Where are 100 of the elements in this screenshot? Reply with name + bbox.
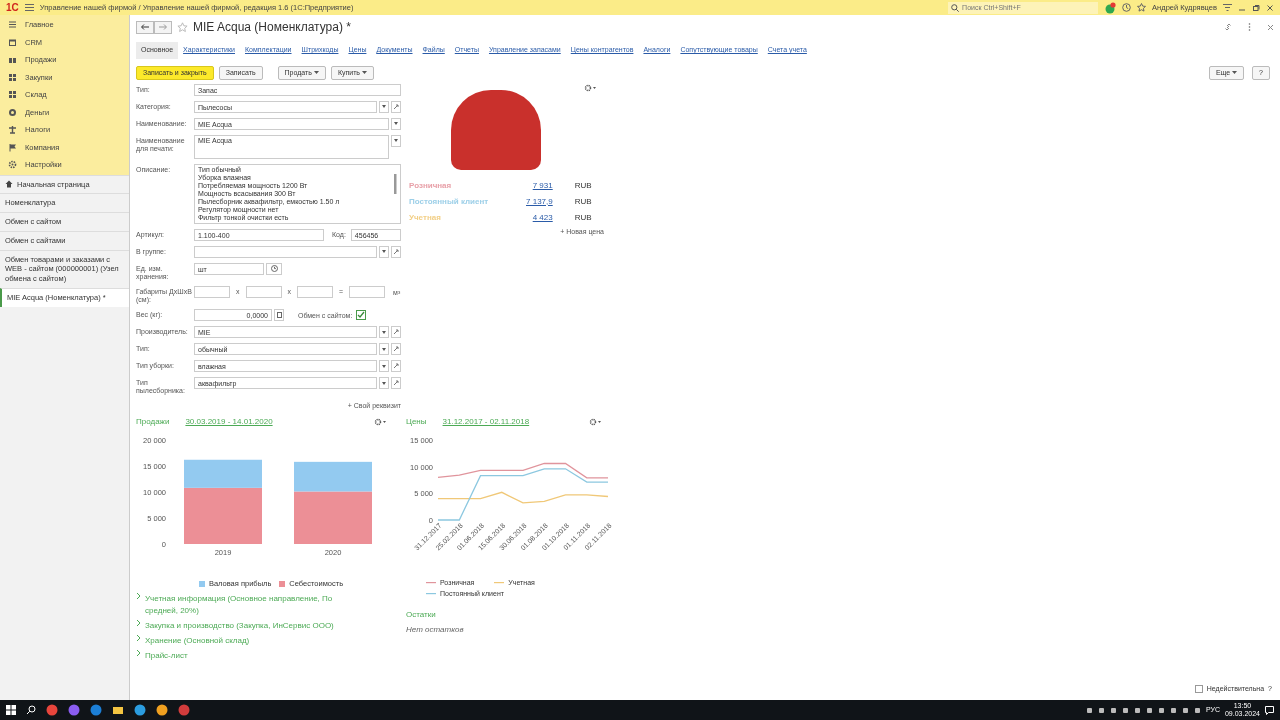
gear-icon xyxy=(8,160,17,170)
unit-picker-button[interactable] xyxy=(266,262,282,275)
currency-label: RUB xyxy=(573,179,593,192)
menu-icon xyxy=(8,20,17,30)
grid-icon xyxy=(8,72,17,82)
clock-icon xyxy=(270,265,278,273)
legend-line xyxy=(494,582,505,585)
price-value-link[interactable]: 7 931 xyxy=(532,180,553,190)
caret-icon xyxy=(382,364,386,368)
dropdown-button[interactable] xyxy=(391,117,401,130)
folder-icon[interactable] xyxy=(112,704,124,716)
settings-icon[interactable] xyxy=(589,418,601,427)
dropdown-button[interactable] xyxy=(379,360,389,372)
open-button[interactable] xyxy=(391,343,401,355)
group-label: Учетная информация (Основное направление, По средней, 20%) xyxy=(145,593,334,618)
open-button[interactable] xyxy=(391,360,401,372)
settings-lines-icon[interactable] xyxy=(1223,4,1232,11)
group-label: Хранение (Основной склад) xyxy=(145,635,251,648)
caret-icon xyxy=(394,122,398,125)
caret-icon xyxy=(382,250,386,254)
dropdown-button[interactable] xyxy=(379,343,389,355)
empty-message: Нет остатков xyxy=(406,624,465,637)
open-button[interactable] xyxy=(391,100,401,113)
legend-line xyxy=(426,582,436,585)
menu-icon[interactable] xyxy=(24,4,34,11)
flag-icon xyxy=(8,142,17,152)
dropdown-button[interactable] xyxy=(379,326,389,338)
checkbox[interactable] xyxy=(1194,684,1203,693)
chevron-right-icon xyxy=(136,620,141,627)
currency-label: RUB xyxy=(573,211,593,224)
search-icon xyxy=(951,3,960,12)
price-type-label: Учетная xyxy=(408,211,442,224)
arrow-right-icon xyxy=(159,24,167,30)
price-type-label: Постоянный клиент xyxy=(408,195,490,208)
home-icon xyxy=(5,180,13,189)
dropdown-button[interactable] xyxy=(391,134,401,147)
caret-icon xyxy=(382,347,386,351)
arrow-left-icon xyxy=(141,24,149,30)
settings-icon[interactable] xyxy=(584,83,596,92)
legend-line xyxy=(426,592,436,595)
favorite-star-icon[interactable] xyxy=(177,21,188,33)
star-icon[interactable] xyxy=(1137,3,1147,12)
price-value-link[interactable]: 7 137,9 xyxy=(526,196,553,206)
coin-icon xyxy=(8,107,17,117)
chevron-right-icon xyxy=(136,650,141,657)
chevron-right-icon xyxy=(136,635,141,642)
calculator-icon xyxy=(276,312,282,318)
form-title: MIE Acqua (Номенклатура) * xyxy=(193,19,351,36)
input-field[interactable] xyxy=(297,285,333,298)
chevron-right-icon xyxy=(136,593,141,600)
app-icon[interactable] xyxy=(156,704,168,716)
close-icon[interactable] xyxy=(1266,3,1274,12)
legend-swatch-icon xyxy=(279,580,286,587)
notification-icon[interactable] xyxy=(1265,705,1274,715)
caret-icon xyxy=(382,105,386,108)
input-field[interactable] xyxy=(349,285,386,298)
caret-icon xyxy=(394,139,398,142)
group-label: Прайс-лист xyxy=(145,650,189,663)
price-value-link[interactable]: 4 423 xyxy=(532,212,553,222)
checkbox[interactable] xyxy=(356,310,367,320)
app-logo: 1С xyxy=(6,1,19,15)
back-button[interactable] xyxy=(136,20,154,34)
app-icon[interactable] xyxy=(178,704,190,716)
settings-icon[interactable] xyxy=(374,418,386,427)
caret-icon xyxy=(361,71,367,75)
history-icon[interactable] xyxy=(1122,3,1132,12)
legend-swatch-icon xyxy=(198,580,205,587)
more-vertical-icon[interactable] xyxy=(1248,23,1251,31)
input-field[interactable] xyxy=(194,285,230,298)
dropdown-button[interactable] xyxy=(379,245,389,258)
calculator-button[interactable] xyxy=(274,309,284,321)
restore-icon[interactable] xyxy=(1252,3,1260,12)
app-icon[interactable] xyxy=(68,704,80,716)
input-field[interactable] xyxy=(245,285,282,298)
open-button[interactable] xyxy=(391,245,401,258)
dropdown-button[interactable] xyxy=(379,377,389,389)
currency-label: RUB xyxy=(573,195,593,208)
input-field[interactable] xyxy=(194,245,377,258)
app-icon[interactable] xyxy=(46,704,58,716)
dropdown-button[interactable] xyxy=(379,100,389,113)
calendar-icon xyxy=(8,37,17,47)
scales-icon xyxy=(8,125,17,135)
boxes-icon xyxy=(8,90,17,100)
group-label: Закупка и производство (Закупка, ИнСервис ООО) xyxy=(145,620,335,633)
open-button[interactable] xyxy=(391,377,401,389)
price-type-label: Розничная xyxy=(408,179,453,192)
chart-title: Продажи xyxy=(136,416,170,429)
caret-icon xyxy=(382,381,386,385)
open-button[interactable] xyxy=(391,326,401,338)
chart-title: Цены xyxy=(406,416,427,429)
app-icon[interactable] xyxy=(134,704,146,716)
caret-icon xyxy=(1232,71,1238,75)
app-icon[interactable] xyxy=(90,704,102,716)
close-icon[interactable] xyxy=(1267,23,1274,31)
search-icon[interactable] xyxy=(26,705,36,715)
windows-logo-icon[interactable] xyxy=(6,705,16,715)
gift-icon xyxy=(8,55,17,65)
caret-icon xyxy=(382,330,386,334)
section-title: Остатки xyxy=(406,609,437,622)
caret-icon xyxy=(313,71,319,75)
